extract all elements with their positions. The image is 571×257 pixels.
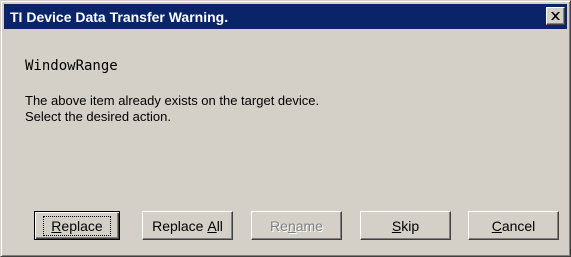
window-title: TI Device Data Transfer Warning. xyxy=(10,8,229,25)
replace-all-button[interactable]: Replace All xyxy=(142,211,233,240)
cancel-button[interactable]: Cancel xyxy=(468,211,559,240)
message-text: The above item already exists on the tar… xyxy=(25,93,319,125)
skip-button[interactable]: Skip xyxy=(360,211,451,240)
replace-button[interactable]: Replace xyxy=(34,211,120,240)
focus-rectangle: Replace xyxy=(43,215,111,236)
message-line: The above item already exists on the tar… xyxy=(25,93,320,108)
title-bar[interactable]: TI Device Data Transfer Warning. xyxy=(4,4,567,29)
rename-button[interactable]: Re n ame xyxy=(251,211,342,240)
close-icon xyxy=(551,12,560,20)
close-button[interactable] xyxy=(546,7,565,25)
item-name: WindowRange xyxy=(25,58,118,74)
message-line: Select the desired action. xyxy=(25,109,171,124)
warning-dialog: TI Device Data Transfer Warning. WindowR… xyxy=(0,0,571,257)
